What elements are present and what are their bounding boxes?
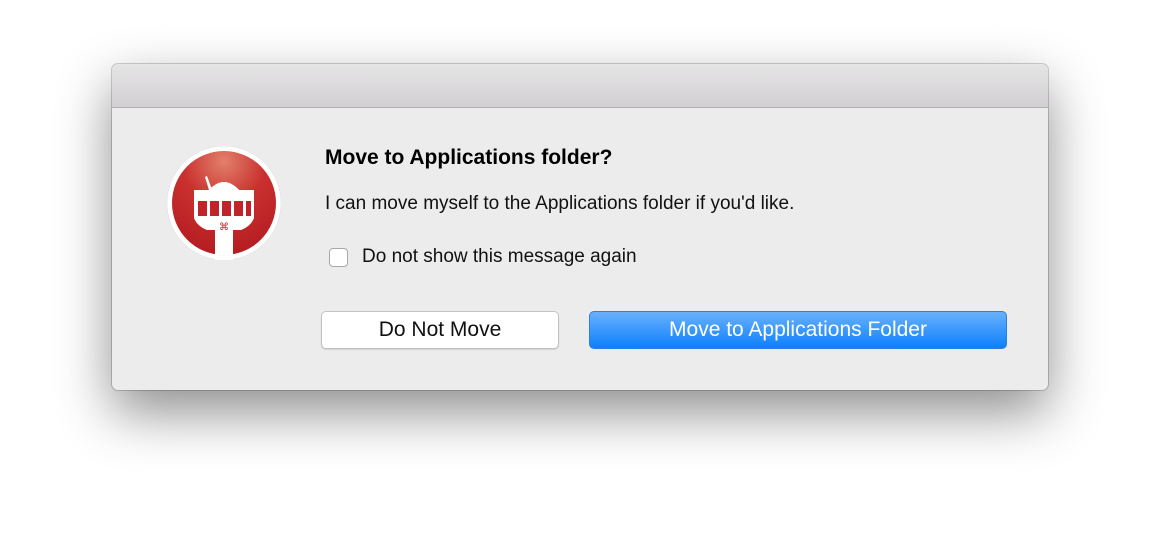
dialog-message: I can move myself to the Applications fo… — [325, 193, 795, 214]
title-bar[interactable] — [112, 64, 1048, 108]
move-to-applications-dialog: ⌘ Move to Applications folder? I can mov… — [112, 64, 1048, 390]
do-not-show-again-row[interactable]: Do not show this message again — [329, 246, 637, 268]
dialog-title: Move to Applications folder? — [325, 146, 613, 169]
do-not-move-button[interactable]: Do Not Move — [321, 311, 559, 349]
control-tower-icon: ⌘ — [167, 146, 281, 260]
do-not-show-again-label[interactable]: Do not show this message again — [362, 246, 637, 268]
move-to-applications-button[interactable]: Move to Applications Folder — [589, 311, 1007, 349]
do-not-show-again-checkbox[interactable] — [329, 247, 348, 267]
svg-text:⌘: ⌘ — [219, 222, 229, 233]
